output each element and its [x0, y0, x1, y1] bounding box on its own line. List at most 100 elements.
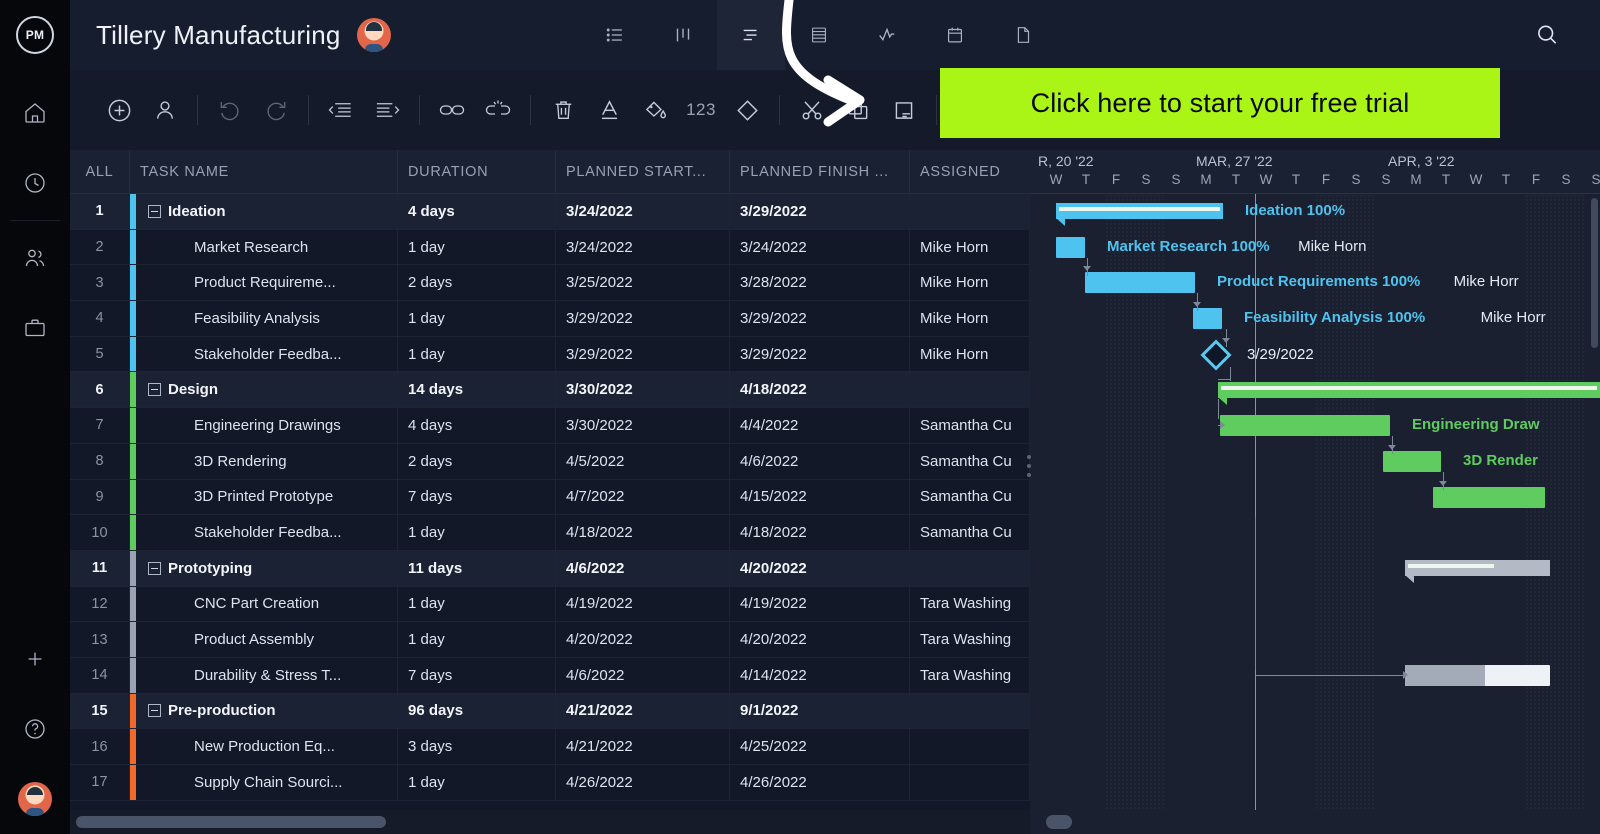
gantt-bar[interactable]	[1218, 381, 1600, 405]
cell-duration[interactable]: 2 days	[398, 443, 556, 479]
cell-planned-finish[interactable]: 4/26/2022	[730, 765, 910, 800]
cell-assigned[interactable]	[910, 194, 1030, 229]
cell-planned-finish[interactable]: 3/29/2022	[730, 336, 910, 372]
cell-duration[interactable]: 1 day	[398, 515, 556, 550]
cut-button[interactable]	[789, 87, 835, 133]
table-row[interactable]: 17 Supply Chain Sourci... 1 day 4/26/2022 4/…	[70, 765, 1030, 801]
cell-assigned[interactable]: Tara Washing	[910, 657, 1030, 693]
table-row[interactable]: 11 Prototyping 11 days 4/6/2022 4/20/2022	[70, 550, 1030, 587]
cell-planned-finish[interactable]: 3/28/2022	[730, 265, 910, 301]
outdent-button[interactable]	[318, 87, 364, 133]
gantt-bar[interactable]	[1433, 486, 1545, 508]
cell-planned-start[interactable]: 4/6/2022	[556, 657, 730, 693]
cell-planned-start[interactable]: 4/19/2022	[556, 586, 730, 622]
user-account-button[interactable]	[0, 764, 70, 834]
column-header-all[interactable]: ALL	[70, 150, 130, 193]
cell-planned-start[interactable]: 3/30/2022	[556, 408, 730, 443]
cell-assigned[interactable]: Tara Washing	[910, 622, 1030, 657]
cell-task-name[interactable]: CNC Part Creation	[130, 586, 398, 622]
cell-duration[interactable]: 1 day	[398, 586, 556, 622]
gantt-bar[interactable]	[1220, 415, 1390, 437]
table-horizontal-scrollbar[interactable]	[70, 810, 1030, 834]
paste-button[interactable]	[881, 87, 927, 133]
cell-planned-finish[interactable]: 4/18/2022	[730, 372, 910, 408]
cell-duration[interactable]: 96 days	[398, 693, 556, 729]
cell-task-name[interactable]: Supply Chain Sourci...	[130, 765, 398, 800]
row-collapse-toggle[interactable]	[148, 383, 161, 397]
cell-assigned[interactable]: Samantha Cu	[910, 443, 1030, 479]
gantt-bar[interactable]	[1056, 236, 1085, 258]
tab-list-view[interactable]	[581, 0, 649, 70]
table-row[interactable]: 4 Feasibility Analysis 1 day 3/29/2022 3/29/…	[70, 301, 1030, 337]
table-row[interactable]: 12 CNC Part Creation 1 day 4/19/2022 4/19/20…	[70, 586, 1030, 623]
cell-duration[interactable]: 7 days	[398, 657, 556, 693]
cell-planned-finish[interactable]: 3/29/2022	[730, 301, 910, 336]
tab-sheet-view[interactable]	[785, 0, 853, 70]
cell-planned-finish[interactable]: 4/4/2022	[730, 408, 910, 443]
cell-planned-finish[interactable]: 3/24/2022	[730, 229, 910, 265]
cell-duration[interactable]: 1 day	[398, 229, 556, 265]
gantt-vertical-scrollbar[interactable]	[1591, 198, 1598, 348]
table-row[interactable]: 13 Product Assembly 1 day 4/20/2022 4/20/202…	[70, 622, 1030, 658]
cell-planned-start[interactable]: 4/26/2022	[556, 765, 730, 800]
cell-duration[interactable]: 14 days	[398, 372, 556, 408]
undo-button[interactable]	[207, 87, 253, 133]
tab-pages-view[interactable]	[989, 0, 1057, 70]
cell-planned-start[interactable]: 3/25/2022	[556, 265, 730, 301]
row-collapse-toggle[interactable]	[148, 561, 161, 575]
cell-planned-start[interactable]: 3/29/2022	[556, 301, 730, 336]
row-collapse-toggle[interactable]	[148, 704, 161, 718]
cell-planned-finish[interactable]: 4/15/2022	[730, 479, 910, 515]
table-row[interactable]: 15 Pre-production 96 days 4/21/2022 9/1/2022	[70, 693, 1030, 730]
add-button[interactable]	[0, 624, 70, 694]
cell-assigned[interactable]: Tara Washing	[910, 586, 1030, 622]
table-row[interactable]: 1 Ideation 4 days 3/24/2022 3/29/2022	[70, 194, 1030, 230]
indent-button[interactable]	[364, 87, 410, 133]
copy-button[interactable]	[835, 87, 881, 133]
redo-button[interactable]	[253, 87, 299, 133]
cell-planned-finish[interactable]: 9/1/2022	[730, 693, 910, 729]
cell-planned-finish[interactable]: 4/19/2022	[730, 586, 910, 622]
sidebar-item-home[interactable]	[0, 78, 70, 148]
column-header-task-name[interactable]: TASK NAME	[130, 150, 398, 193]
cell-assigned[interactable]: Mike Horn	[910, 336, 1030, 372]
cell-task-name[interactable]: Feasibility Analysis	[130, 301, 398, 336]
cell-assigned[interactable]: Samantha Cu	[910, 408, 1030, 443]
cell-duration[interactable]: 11 days	[398, 550, 556, 586]
tab-calendar-view[interactable]	[921, 0, 989, 70]
cell-task-name[interactable]: Stakeholder Feedba...	[130, 336, 398, 372]
cell-task-name[interactable]: Engineering Drawings	[130, 408, 398, 443]
cell-planned-finish[interactable]: 3/29/2022	[730, 194, 910, 229]
gantt-horizontal-scrollbar[interactable]	[1030, 810, 1600, 834]
text-color-button[interactable]	[586, 87, 632, 133]
tab-board-view[interactable]	[649, 0, 717, 70]
table-scroll-thumb[interactable]	[76, 816, 386, 828]
cell-planned-finish[interactable]: 4/18/2022	[730, 515, 910, 550]
cell-task-name[interactable]: Product Assembly	[130, 622, 398, 657]
app-logo[interactable]: PM	[0, 0, 70, 70]
gantt-bar[interactable]	[1405, 560, 1550, 583]
cell-planned-start[interactable]: 4/18/2022	[556, 515, 730, 550]
cell-planned-start[interactable]: 3/24/2022	[556, 229, 730, 265]
gantt-scroll-thumb[interactable]	[1046, 815, 1072, 829]
cell-duration[interactable]: 3 days	[398, 729, 556, 764]
cell-planned-start[interactable]: 4/5/2022	[556, 443, 730, 479]
cell-task-name[interactable]: Prototyping	[130, 550, 398, 586]
pane-splitter[interactable]	[1022, 450, 1036, 536]
delete-button[interactable]	[540, 87, 586, 133]
sidebar-item-recent[interactable]	[0, 148, 70, 218]
table-row[interactable]: 14 Durability & Stress T... 7 days 4/6/2022…	[70, 657, 1030, 694]
cell-duration[interactable]: 1 day	[398, 622, 556, 657]
cell-planned-finish[interactable]: 4/14/2022	[730, 657, 910, 693]
search-button[interactable]	[1522, 0, 1572, 70]
gantt-bar[interactable]	[1056, 203, 1223, 226]
column-header-assigned[interactable]: ASSIGNED	[910, 150, 1030, 193]
cell-task-name[interactable]: Pre-production	[130, 693, 398, 729]
cell-planned-finish[interactable]: 4/6/2022	[730, 443, 910, 479]
gantt-bar[interactable]	[1405, 665, 1550, 687]
table-row[interactable]: 2 Market Research 1 day 3/24/2022 3/24/2022 M…	[70, 229, 1030, 266]
table-row[interactable]: 3 Product Requireme... 2 days 3/25/2022 3/28…	[70, 265, 1030, 302]
column-header-planned-start[interactable]: PLANNED START...	[556, 150, 730, 193]
cell-planned-start[interactable]: 3/24/2022	[556, 194, 730, 229]
unlink-tasks-button[interactable]	[475, 87, 521, 133]
